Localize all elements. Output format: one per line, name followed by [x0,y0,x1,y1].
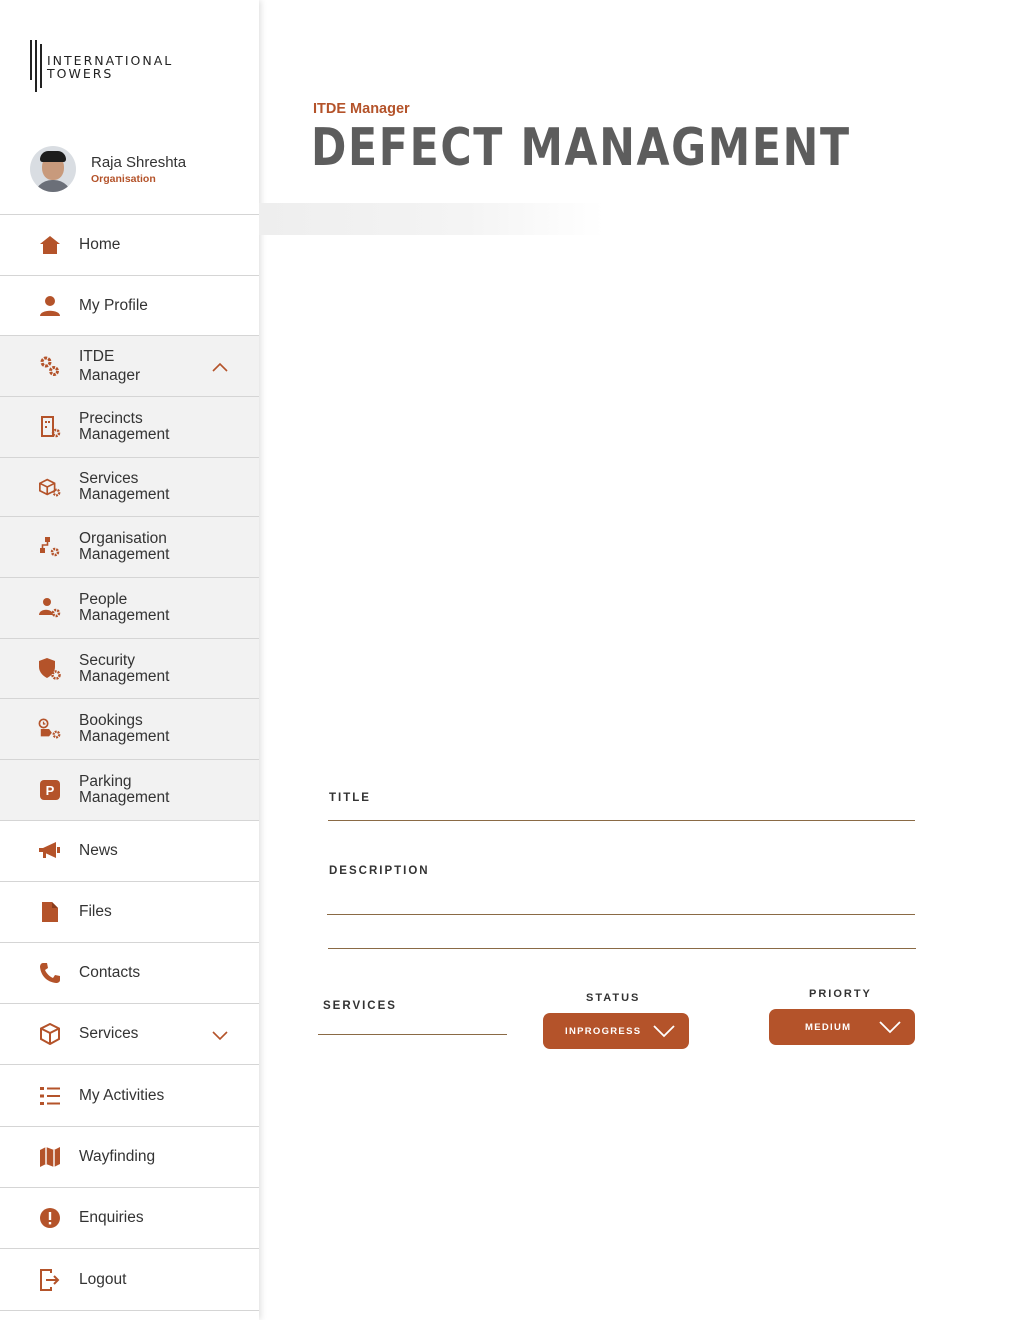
user-profile[interactable]: Raja Shreshta Organisation [30,146,186,192]
svg-text:P: P [46,783,55,798]
description-input-line2[interactable] [328,948,916,949]
status-label: STATUS [586,992,641,1004]
itde-label-line2: Manager [79,367,141,384]
file-icon [38,900,62,924]
logout-icon [38,1268,62,1292]
avatar [30,146,76,192]
user-icon [38,294,62,318]
sidebar-item-news[interactable]: News [0,821,259,882]
map-icon [38,1145,62,1169]
sidebar-item-home[interactable]: Home [0,215,259,276]
status-dropdown[interactable]: INPROGRESS [543,1013,689,1049]
sidebar-item-bookings-management[interactable]: Bookings Management [0,699,259,760]
sidebar-item-services-management[interactable]: Services Management [0,458,259,517]
sidebar-item-label: Logout [79,1270,127,1288]
logo-line2: TOWERS [47,66,114,81]
sidebar-item-label: Services Management [79,470,170,503]
sidebar-item-label: Bookings Management [79,712,170,745]
sidebar-item-label: Files [79,903,112,920]
sidebar-item-people-management[interactable]: People Management [0,578,259,639]
services-input[interactable] [318,1034,507,1035]
home-icon [38,233,62,257]
building-gear-icon [38,415,62,439]
sidebar-item-label: Security Management [79,651,170,685]
description-input-line1[interactable] [327,914,915,915]
priority-value: MEDIUM [805,1021,852,1033]
sidebar-item-label: My Activities [79,1086,165,1104]
gears-icon [38,354,62,378]
sidebar-item-files[interactable]: Files [0,882,259,943]
international-towers-logo[interactable]: INTERNATIONAL TOWERS [30,40,173,92]
sidebar-item-contacts[interactable]: Contacts [0,943,259,1004]
sidebar-item-services[interactable]: Services [0,1004,259,1065]
box-icon [38,1022,62,1046]
sidebar-item-label: News [79,842,118,859]
chevron-down-icon [653,1025,675,1038]
header-divider [259,203,604,235]
exclamation-icon [38,1206,62,1230]
sidebar-item-label: Services [79,1025,139,1042]
sidebar-item-my-profile[interactable]: My Profile [0,276,259,336]
box-gear-icon [38,475,62,499]
people-gear-icon [38,596,62,620]
page-eyebrow: ITDE Manager [313,101,410,117]
phone-icon [38,961,62,985]
sidebar-item-itde-manager[interactable]: ITDE Manager [0,336,259,397]
sidebar-item-precincts-management[interactable]: Precincts Management [0,397,259,458]
priority-dropdown[interactable]: MEDIUM [769,1009,915,1045]
sidebar-item-security-management[interactable]: Security Management [0,639,259,699]
sidebar-item-label: Wayfinding [79,1148,156,1165]
sidebar-item-logout[interactable]: Logout [0,1249,259,1311]
sidebar-item-my-activities[interactable]: My Activities [0,1065,259,1127]
chevron-up-icon[interactable] [211,360,229,372]
sidebar-item-label: Enquiries [79,1209,144,1226]
sidebar-item-wayfinding[interactable]: Wayfinding [0,1127,259,1188]
sidebar-item-label: Organisation Management [79,530,170,563]
bookings-gear-icon [38,717,62,741]
page-title: DEFECT MANAGMENT [311,118,851,178]
description-label: DESCRIPTION [329,865,430,877]
sidebar-item-parking-management[interactable]: P Parking Management [0,760,259,821]
parking-icon: P [38,778,62,802]
sidebar-item-label: Precincts Management [79,410,170,443]
sidebar-item-organisation-management[interactable]: Organisation Management [0,517,259,578]
sidebar: INTERNATIONAL TOWERS Raja Shreshta Organ… [0,0,259,1320]
title-input[interactable] [328,820,915,821]
sidebar-menu: Home My Profile ITDE Manager Precincts Man… [0,214,259,1311]
logo-text: INTERNATIONAL TOWERS [47,54,173,80]
sidebar-item-label: My Profile [79,296,148,314]
main-content: ITDE Manager DEFECT MANAGMENT TITLE DESC… [259,0,1024,1320]
user-name: Raja Shreshta [91,153,187,171]
megaphone-icon [38,839,62,863]
status-value: INPROGRESS [565,1025,642,1037]
org-gear-icon [38,535,62,559]
shield-gear-icon [38,657,62,681]
logo-mark [30,40,42,92]
priority-label: PRIORTY [809,988,872,1000]
sidebar-item-label: Parking Management [79,773,170,806]
services-label: SERVICES [323,1000,397,1012]
sidebar-item-label: People Management [79,591,170,624]
sidebar-item-label: Contacts [79,964,141,981]
list-icon [38,1084,62,1108]
chevron-down-icon[interactable] [211,1028,229,1041]
sidebar-item-label: Home [79,236,121,253]
user-role: Organisation [91,172,156,185]
sidebar-item-enquiries[interactable]: Enquiries [0,1188,259,1249]
title-label: TITLE [329,792,371,804]
sidebar-item-label: ITDE Manager [79,347,140,385]
chevron-down-icon [879,1021,901,1034]
itde-label-line1: ITDE [79,348,115,365]
